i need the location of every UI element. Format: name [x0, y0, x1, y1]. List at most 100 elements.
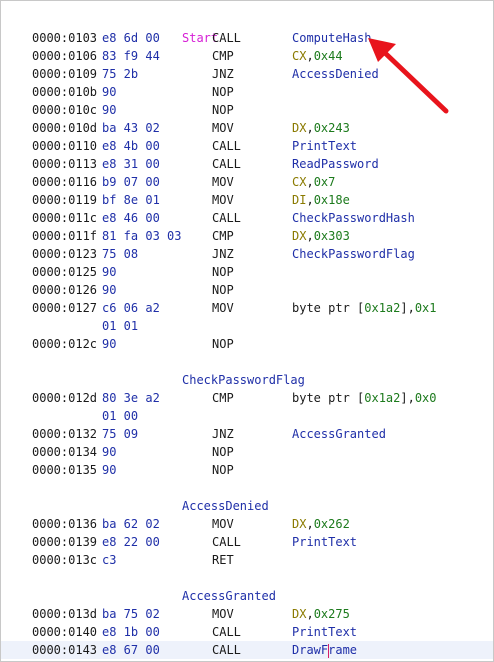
address: 0000:0106	[32, 49, 98, 63]
instruction-row[interactable]: 0000:010d ba 43 02 MOV DX,0x243	[1, 119, 493, 137]
opcode-bytes: e8 67 00	[102, 643, 160, 657]
opcode-bytes: bf 8e 01	[102, 193, 160, 207]
opcode-bytes: e8 22 00	[102, 535, 160, 549]
operand-text: ,	[306, 607, 314, 621]
opcode-bytes: e8 6d 00	[102, 31, 160, 45]
blank-row	[1, 353, 493, 371]
operands: byte ptr [0x1a2],0x1	[292, 299, 437, 317]
symbol-reference[interactable]: CheckPasswordFlag	[292, 247, 415, 261]
instruction-row[interactable]: 0000:012d 80 3e a2 CMP byte ptr [0x1a2],0x0	[1, 389, 493, 407]
function-label[interactable]: AccessGranted	[182, 587, 276, 605]
symbol-reference[interactable]: AccessGranted	[292, 427, 386, 441]
instruction-row[interactable]: 01 01	[1, 317, 493, 335]
instruction-row[interactable]: 01 00	[1, 407, 493, 425]
instruction-row[interactable]: 0000:0110 e8 4b 00 CALL PrintText	[1, 137, 493, 155]
instruction-row[interactable]: 0000:0139 e8 22 00 CALL PrintText	[1, 533, 493, 551]
instruction-row[interactable]: 0000:0135 90 NOP	[1, 461, 493, 479]
symbol-reference[interactable]: ReadPassword	[292, 157, 379, 171]
opcode-bytes: 90	[102, 265, 117, 279]
instruction-row[interactable]: 0000:0109 75 2b JNZ AccessDenied	[1, 65, 493, 83]
mnemonic: CALL	[212, 211, 241, 225]
instruction-row-current[interactable]: 0000:0143 e8 67 00 CALL DrawFrame	[1, 641, 493, 659]
instruction-row[interactable]: 0000:012c 90 NOP	[1, 335, 493, 353]
instruction-row[interactable]: 0000:0123 75 08 JNZ CheckPasswordFlag	[1, 245, 493, 263]
instruction-row[interactable]: 0000:011f 81 fa 03 03 CMP DX,0x303	[1, 227, 493, 245]
operand-text: ],	[400, 391, 415, 405]
operands: ReadPassword	[292, 155, 379, 173]
address: 0000:0132	[32, 427, 98, 441]
symbol-reference[interactable]: CheckPasswordHash	[292, 211, 415, 225]
instruction-row[interactable]: 0000:0106 83 f9 44 CMP CX,0x44	[1, 47, 493, 65]
operands: PrintText	[292, 623, 357, 641]
instruction-row[interactable]: 0000:0119 bf 8e 01 MOV DI,0x18e	[1, 191, 493, 209]
mnemonic: NOP	[212, 265, 234, 279]
register: DX	[292, 517, 307, 531]
symbol-reference[interactable]: AccessDenied	[292, 67, 379, 81]
instruction-row[interactable]: 0000:0116 b9 07 00 MOV CX,0x7	[1, 173, 493, 191]
address: 0000:011f	[32, 229, 98, 243]
register: DX	[292, 607, 307, 621]
instruction-row[interactable]: 0000:0103 e8 6d 00 CALL ComputeHash	[1, 29, 493, 47]
address: 0000:0110	[32, 139, 98, 153]
opcode-bytes: 90	[102, 283, 117, 297]
instruction-row[interactable]: 0000:0125 90 NOP	[1, 263, 493, 281]
function-label[interactable]: AccessDenied	[182, 497, 269, 515]
instruction-row[interactable]: 0000:0127 c6 06 a2 MOV byte ptr [0x1a2],0x1	[1, 299, 493, 317]
instruction-row[interactable]: 0000:011c e8 46 00 CALL CheckPasswordHash	[1, 209, 493, 227]
symbol-reference[interactable]: PrintText	[292, 625, 357, 639]
operands: DI,0x18e	[292, 191, 350, 209]
operands: byte ptr [0x1a2],0x0	[292, 389, 437, 407]
operand-text: byte ptr [	[292, 301, 365, 315]
immediate-value: 0x44	[313, 49, 343, 63]
instruction-row[interactable]: 0000:0113 e8 31 00 CALL ReadPassword	[1, 155, 493, 173]
operand-text: ,	[306, 517, 314, 531]
opcode-bytes: 90	[102, 463, 117, 477]
instruction-row[interactable]: 0000:013d ba 75 02 MOV DX,0x275	[1, 605, 493, 623]
mnemonic: CALL	[212, 157, 241, 171]
operands: DX,0x275	[292, 605, 350, 623]
immediate-value: 0x303	[313, 229, 350, 243]
mnemonic: CALL	[212, 643, 241, 657]
address: 0000:0127	[32, 301, 98, 315]
instruction-row[interactable]: 0000:0132 75 09 JNZ AccessGranted	[1, 425, 493, 443]
opcode-bytes: 75 09	[102, 427, 139, 441]
opcode-bytes: 90	[102, 103, 117, 117]
function-label[interactable]: CheckPasswordFlag	[182, 371, 305, 389]
disassembly-listing[interactable]: Start 0000:0103 e8 6d 00 CALL ComputeHash 00…	[0, 0, 494, 662]
address: 0000:0109	[32, 67, 98, 81]
instruction-row[interactable]: 0000:0134 90 NOP	[1, 443, 493, 461]
address: 0000:0116	[32, 175, 98, 189]
label-row-start: Start	[1, 11, 493, 45]
address: 0000:0143	[32, 643, 98, 657]
immediate-value: 0x1	[414, 301, 437, 315]
opcode-bytes: ba 75 02	[102, 607, 160, 621]
instruction-row[interactable]: 0000:0126 90 NOP	[1, 281, 493, 299]
mnemonic: RET	[212, 553, 234, 567]
symbol-reference[interactable]: ComputeHash	[292, 31, 371, 45]
mnemonic: CMP	[212, 229, 234, 243]
mnemonic: MOV	[212, 301, 234, 315]
mnemonic: MOV	[212, 175, 234, 189]
instruction-row[interactable]: 0000:010b 90 NOP	[1, 83, 493, 101]
operands: DX,0x262	[292, 515, 350, 533]
immediate-value: 0x18e	[313, 193, 350, 207]
instruction-row[interactable]: 0000:0140 e8 1b 00 CALL PrintText	[1, 623, 493, 641]
symbol-reference[interactable]: PrintText	[292, 139, 357, 153]
address: 0000:010c	[32, 103, 98, 117]
instruction-row[interactable]: 0000:0136 ba 62 02 MOV DX,0x262	[1, 515, 493, 533]
address: 0000:0139	[32, 535, 98, 549]
instruction-row[interactable]: 0000:013c c3 RET	[1, 551, 493, 569]
symbol-reference[interactable]: PrintText	[292, 535, 357, 549]
register: CX	[292, 49, 307, 63]
operands: AccessGranted	[292, 425, 386, 443]
operand-text: ,	[306, 229, 314, 243]
instruction-row[interactable]: 0000:010c 90 NOP	[1, 101, 493, 119]
mnemonic: NOP	[212, 103, 234, 117]
opcode-bytes: 83 f9 44	[102, 49, 160, 63]
operands: CheckPasswordFlag	[292, 245, 415, 263]
opcode-bytes: e8 4b 00	[102, 139, 160, 153]
mnemonic: CMP	[212, 49, 234, 63]
mnemonic: NOP	[212, 445, 234, 459]
symbol-reference[interactable]: DrawFrame	[292, 643, 357, 658]
address: 0000:0126	[32, 283, 98, 297]
